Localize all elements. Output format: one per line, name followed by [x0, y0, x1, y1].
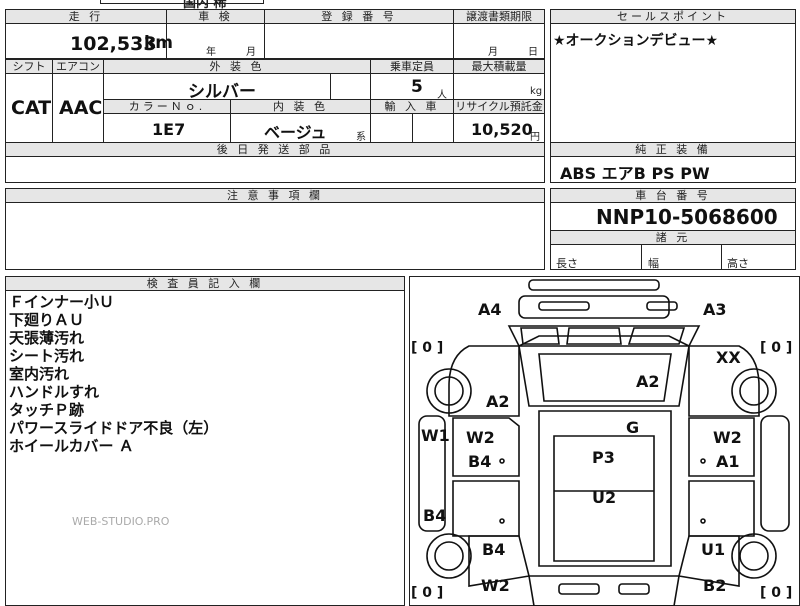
import-cell-a: [370, 113, 413, 143]
exterior-extra-cell: [330, 73, 371, 100]
inspector-line: シート汚れ: [9, 347, 85, 365]
load-unit: kg: [530, 86, 543, 97]
inspector-lines: Ｆインナー小Ｕ 下廻りＡＵ 天張薄汚れ シート汚れ 室内汚れ ハンドルすれ タッ…: [9, 293, 218, 455]
interior-suffix: 系: [356, 132, 366, 143]
equipment-value: ABS エアB PS PW: [560, 164, 710, 183]
inspector-header: 検 査 員 記 入 欄: [5, 276, 405, 291]
color-no-value: 1E7: [152, 120, 186, 139]
inspector-line: ホイールカバー Ａ: [9, 437, 134, 455]
inspector-line: Ｆインナー小Ｕ: [9, 293, 115, 311]
registration-cell: [264, 23, 454, 59]
chassis-header: 車 台 番 号: [550, 188, 796, 203]
registration-header: 登 録 番 号: [264, 9, 454, 24]
mark-xx: XX: [716, 348, 741, 367]
shift-value: CAT: [11, 97, 52, 119]
watermark: WEB-STUDIO.PRO: [72, 515, 170, 528]
dims-header: 諸 元: [550, 230, 796, 245]
recycle-value: 10,520: [471, 120, 533, 139]
mark-b4-side: B4: [423, 506, 447, 525]
recycle-unit: 円: [530, 132, 540, 143]
mark-b2: B2: [703, 576, 727, 595]
mark-p3: P3: [592, 448, 615, 467]
bracket-left-top: [ 0 ]: [411, 340, 444, 356]
mark-a4: A4: [478, 300, 502, 319]
load-header: 最大積載量: [453, 59, 545, 74]
interior-header: 内 装 色: [230, 99, 371, 114]
equipment-header: 純 正 装 備: [550, 142, 796, 157]
import-cell-b: [412, 113, 454, 143]
mark-w2-right-door: W2: [713, 428, 742, 447]
inspector-line: パワースライドドア不良（左）: [9, 419, 219, 437]
inspector-line: タッチＰ跡: [9, 401, 85, 419]
mark-a2-left: A2: [486, 392, 510, 411]
later-parts-header: 後 日 発 送 部 品: [5, 142, 545, 157]
exterior-header: 外 装 色: [103, 59, 371, 74]
inspector-line: 天張薄汚れ: [9, 329, 85, 347]
selling-point-text: ★オークションデビュー★: [553, 33, 719, 49]
mark-a3: A3: [703, 300, 727, 319]
mark-u1: U1: [701, 540, 726, 559]
inspection-header: 車 検: [166, 9, 265, 24]
dims-width-label: 幅: [648, 257, 659, 270]
top-fragment-box: [100, 0, 264, 4]
recycle-header: リサイクル預託金: [453, 99, 545, 114]
capacity-header: 乗車定員: [370, 59, 454, 74]
notes-cell: [5, 202, 545, 270]
ac-header: エアコン: [52, 59, 104, 74]
dims-height-label: 高さ: [727, 257, 749, 270]
interior-value: ベージュ: [264, 123, 327, 142]
inspection-year-unit: 年: [206, 47, 216, 58]
mark-w2-bottom: W2: [481, 576, 510, 595]
mark-w2-left-door: W2: [466, 428, 495, 447]
mileage-header: 走 行: [5, 9, 167, 24]
mark-b4-left-door: B4: [468, 452, 492, 471]
mark-b4-rear: B4: [482, 540, 506, 559]
bracket-right-top: [ 0 ]: [760, 340, 793, 356]
inspector-line: ハンドルすれ: [9, 383, 100, 401]
mark-a1-right-door: A1: [716, 452, 740, 471]
ac-value: AAC: [59, 97, 103, 119]
mark-g: G: [626, 418, 640, 437]
bracket-right-bottom: [ 0 ]: [760, 585, 793, 601]
inspector-line: 室内汚れ: [9, 365, 70, 383]
bracket-left-bottom: [ 0 ]: [411, 585, 444, 601]
color-no-header: カラーＮｏ.: [103, 99, 231, 114]
transfer-day-unit: 日: [528, 47, 538, 58]
selling-point-header: セールスポイント: [550, 9, 796, 24]
mark-a2-roof: A2: [636, 372, 660, 391]
mark-u2: U2: [592, 488, 617, 507]
later-parts-cell: [5, 156, 545, 183]
chassis-value: NNP10-5068600: [596, 205, 778, 229]
mark-w1: W1: [421, 426, 450, 445]
inspector-line: 下廻りＡＵ: [9, 311, 85, 329]
transfer-month-unit: 月: [488, 47, 498, 58]
inspection-month-unit: 月: [246, 47, 256, 58]
transfer-header: 譲渡書類期限: [453, 9, 545, 24]
capacity-value: 5: [411, 77, 423, 97]
notes-header: 注 意 事 項 欄: [5, 188, 545, 203]
import-header: 輸 入 車: [370, 99, 454, 114]
shift-header: シフト: [5, 59, 53, 74]
dims-length-label: 長さ: [556, 257, 578, 270]
